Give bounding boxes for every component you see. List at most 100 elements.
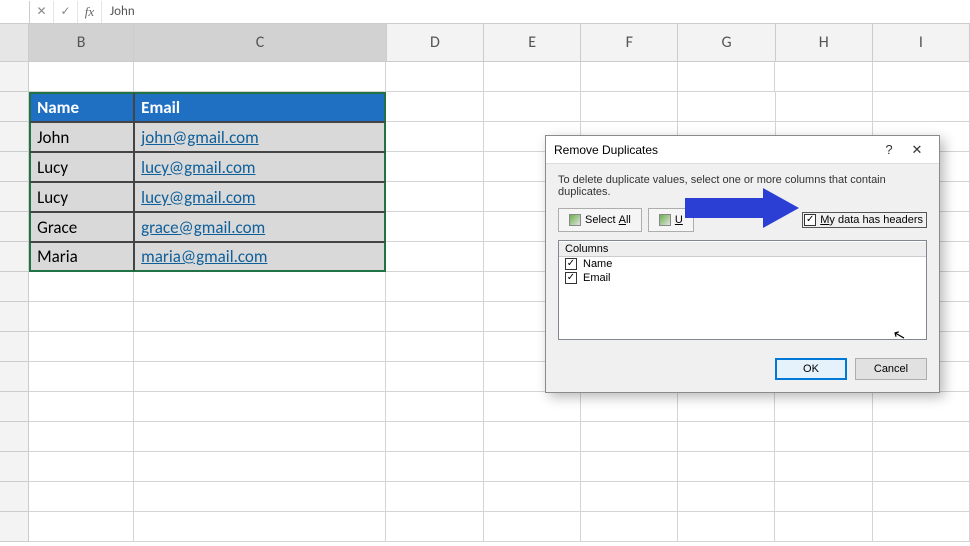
row-header[interactable]: [0, 302, 29, 332]
cell[interactable]: [29, 392, 134, 422]
cell[interactable]: [484, 452, 581, 482]
col-header-H[interactable]: H: [776, 24, 873, 61]
dialog-titlebar[interactable]: Remove Duplicates ? ✕: [546, 136, 939, 164]
cell[interactable]: [581, 512, 678, 542]
cell[interactable]: [484, 422, 581, 452]
cell[interactable]: [386, 272, 483, 302]
cell[interactable]: [581, 422, 678, 452]
cell[interactable]: [678, 422, 775, 452]
row-header[interactable]: [0, 422, 29, 452]
col-header-C[interactable]: C: [134, 24, 387, 61]
cell[interactable]: [386, 512, 483, 542]
row-header[interactable]: [0, 362, 29, 392]
cell[interactable]: [386, 62, 483, 92]
cell[interactable]: [873, 482, 970, 512]
cell[interactable]: [386, 182, 483, 212]
cell[interactable]: [386, 392, 483, 422]
cell-name[interactable]: Lucy: [29, 152, 134, 182]
col-header-I[interactable]: I: [873, 24, 970, 61]
cell[interactable]: [775, 512, 872, 542]
cell[interactable]: [873, 92, 970, 122]
cell[interactable]: [134, 452, 386, 482]
cell[interactable]: [581, 482, 678, 512]
cell-name[interactable]: Grace: [29, 212, 134, 242]
col-header-E[interactable]: E: [484, 24, 581, 61]
cell[interactable]: [29, 482, 134, 512]
row-header[interactable]: [0, 212, 29, 242]
cell[interactable]: [29, 272, 134, 302]
cell[interactable]: [386, 332, 483, 362]
row-header[interactable]: [0, 512, 29, 542]
cell[interactable]: [776, 92, 873, 122]
cell[interactable]: [678, 482, 775, 512]
cell[interactable]: [29, 452, 134, 482]
cell[interactable]: [134, 392, 386, 422]
cell[interactable]: [775, 452, 872, 482]
cell[interactable]: [775, 422, 872, 452]
cell[interactable]: [134, 362, 386, 392]
my-data-has-headers-checkbox[interactable]: My data has headers: [802, 212, 927, 228]
table-header-name[interactable]: Name: [29, 92, 134, 122]
column-item-name[interactable]: Name: [559, 257, 926, 271]
cell[interactable]: [873, 452, 970, 482]
select-all-corner[interactable]: [0, 24, 29, 61]
cell[interactable]: [484, 62, 581, 92]
cell-email[interactable]: lucy@gmail.com: [134, 152, 386, 182]
cell[interactable]: [484, 392, 581, 422]
cell[interactable]: [29, 332, 134, 362]
cell[interactable]: [484, 512, 581, 542]
cell[interactable]: [134, 62, 386, 92]
cell[interactable]: [386, 152, 483, 182]
cell[interactable]: [678, 452, 775, 482]
cell[interactable]: [873, 512, 970, 542]
row-header[interactable]: [0, 152, 29, 182]
cell[interactable]: [134, 302, 386, 332]
unselect-all-button[interactable]: U: [648, 208, 694, 232]
cell[interactable]: [386, 422, 483, 452]
cell[interactable]: [581, 392, 678, 422]
row-header[interactable]: [0, 242, 29, 272]
ok-button[interactable]: OK: [775, 358, 847, 380]
cell[interactable]: [386, 482, 483, 512]
row-header[interactable]: [0, 392, 29, 422]
row-header[interactable]: [0, 122, 29, 152]
row-header[interactable]: [0, 272, 29, 302]
cell[interactable]: [484, 92, 581, 122]
columns-listbox[interactable]: Columns Name Email: [558, 240, 927, 340]
cell[interactable]: [775, 482, 872, 512]
cell[interactable]: [678, 62, 775, 92]
cell[interactable]: [581, 92, 678, 122]
table-header-email[interactable]: Email: [134, 92, 386, 122]
formula-input[interactable]: John: [102, 4, 970, 19]
cancel-formula-icon[interactable]: ✕: [30, 1, 54, 23]
help-button[interactable]: ?: [875, 142, 903, 157]
cell[interactable]: [134, 512, 386, 542]
cell-email[interactable]: lucy@gmail.com: [134, 182, 386, 212]
cell-email[interactable]: john@gmail.com: [134, 122, 386, 152]
column-item-email[interactable]: Email: [559, 271, 926, 285]
row-header[interactable]: [0, 482, 29, 512]
cell[interactable]: [29, 62, 134, 92]
fx-icon[interactable]: fx: [78, 1, 102, 23]
cell[interactable]: [134, 332, 386, 362]
cell[interactable]: [678, 92, 775, 122]
cell-name[interactable]: Maria: [29, 242, 134, 272]
cell[interactable]: [29, 512, 134, 542]
cell[interactable]: [873, 62, 970, 92]
enter-formula-icon[interactable]: ✓: [54, 1, 78, 23]
cell-email[interactable]: maria@gmail.com: [134, 242, 386, 272]
cell[interactable]: [386, 212, 483, 242]
row-header[interactable]: [0, 182, 29, 212]
cell[interactable]: [581, 62, 678, 92]
cell[interactable]: [386, 452, 483, 482]
cell[interactable]: [484, 482, 581, 512]
cell[interactable]: [386, 122, 483, 152]
cell[interactable]: [386, 362, 483, 392]
row-header[interactable]: [0, 332, 29, 362]
cancel-button[interactable]: Cancel: [855, 358, 927, 380]
cell[interactable]: [678, 512, 775, 542]
cell[interactable]: [775, 62, 872, 92]
cell[interactable]: [134, 272, 386, 302]
cell[interactable]: [386, 242, 483, 272]
col-header-D[interactable]: D: [387, 24, 484, 61]
